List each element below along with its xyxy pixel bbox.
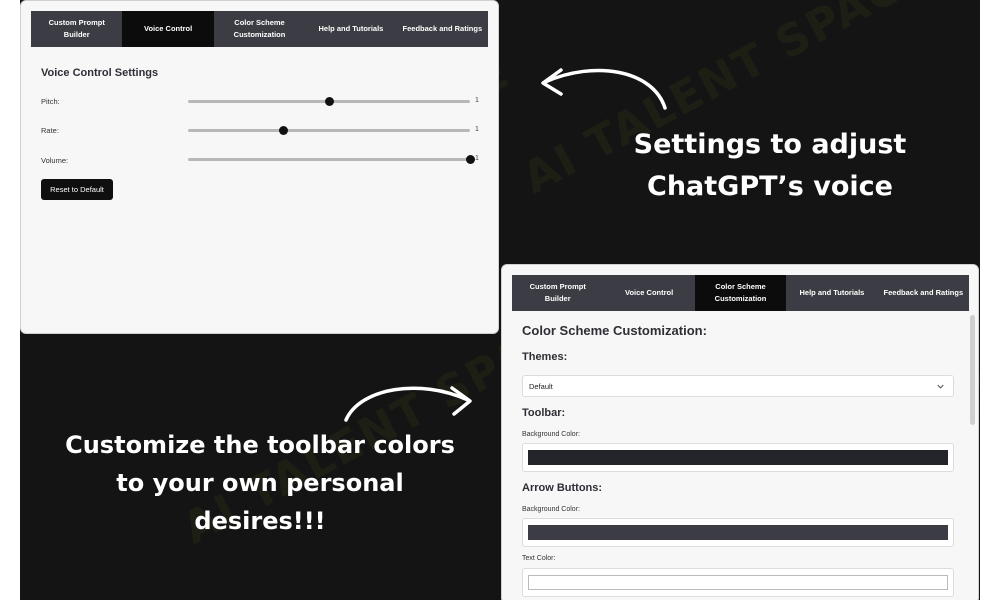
pitch-slider[interactable] <box>188 97 470 106</box>
rate-slider[interactable] <box>188 126 470 135</box>
theme-select-value: Default <box>529 381 553 391</box>
curved-arrow-icon <box>344 386 472 422</box>
page-title: Voice Control Settings <box>41 67 159 79</box>
rate-label: Rate: <box>41 126 59 135</box>
scrollbar[interactable] <box>970 315 975 425</box>
chevron-down-icon <box>937 384 944 389</box>
tab-feedback[interactable]: Feedback and Ratings <box>397 11 488 47</box>
toolbar-caption: Customize the toolbar colors to your own… <box>65 431 455 535</box>
tab-color-scheme[interactable]: Color Scheme Customization <box>214 11 305 47</box>
tab-color-scheme[interactable]: Color Scheme Customization <box>694 275 787 311</box>
arrow-bg-color-input[interactable] <box>522 518 954 547</box>
toolbar-bg-color-input[interactable] <box>522 443 954 472</box>
rate-slider-thumb[interactable] <box>279 126 289 135</box>
canvas: AI TALENT SPACE AI TALENT SPACE AI TALEN… <box>20 0 980 600</box>
tab-voice-control[interactable]: Voice Control <box>603 275 694 311</box>
tab-voice-control[interactable]: Voice Control <box>122 11 214 47</box>
volume-value: 1 <box>475 155 479 162</box>
volume-slider[interactable] <box>188 155 475 164</box>
pitch-label: Pitch: <box>41 97 60 106</box>
tab-feedback[interactable]: Feedback and Ratings <box>878 275 969 311</box>
voice-control-panel: Custom Prompt Builder Voice Control Colo… <box>20 0 499 334</box>
curved-arrow-icon <box>541 68 667 110</box>
tab-help[interactable]: Help and Tutorials <box>786 275 877 311</box>
toolbar-bg-color-swatch <box>528 450 948 465</box>
reset-to-default-button[interactable]: Reset to Default <box>41 179 113 200</box>
tab-bar: Custom Prompt Builder Voice Control Colo… <box>31 11 488 47</box>
page-title: Color Scheme Customization: <box>522 323 707 338</box>
toolbar-heading: Toolbar: <box>522 407 566 419</box>
pitch-slider-thumb[interactable] <box>324 97 334 106</box>
themes-heading: Themes: <box>522 351 568 363</box>
tab-bar: Custom Prompt Builder Voice Control Colo… <box>512 275 969 311</box>
arrow-text-color-swatch <box>528 575 948 590</box>
arrow-buttons-heading: Arrow Buttons: <box>522 482 603 494</box>
arrow-text-color-label: Text Color: <box>522 555 556 562</box>
tab-custom-prompt-builder[interactable]: Custom Prompt Builder <box>512 275 603 311</box>
toolbar-bg-color-label: Background Color: <box>522 431 580 438</box>
tab-help[interactable]: Help and Tutorials <box>305 11 396 47</box>
arrow-bg-color-label: Background Color: <box>522 506 580 513</box>
theme-select[interactable]: Default <box>522 375 954 397</box>
color-scheme-panel: Custom Prompt Builder Voice Control Colo… <box>501 264 979 600</box>
arrow-bg-color-swatch <box>528 525 948 540</box>
arrow-text-color-input[interactable] <box>522 568 954 597</box>
voice-caption: Settings to adjust ChatGPT’s voice <box>633 129 907 202</box>
tab-custom-prompt-builder[interactable]: Custom Prompt Builder <box>31 11 122 47</box>
pitch-value: 1 <box>475 97 479 104</box>
volume-label: Volume: <box>41 156 69 165</box>
volume-slider-thumb[interactable] <box>465 155 475 164</box>
rate-value: 1 <box>475 126 479 133</box>
